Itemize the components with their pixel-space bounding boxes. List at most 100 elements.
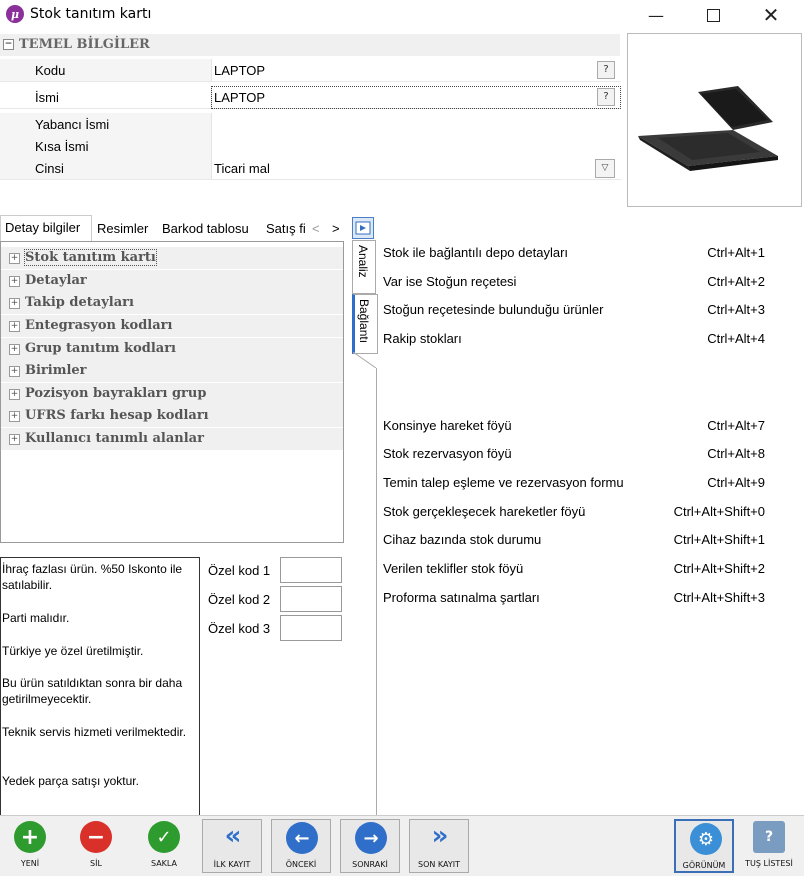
tree-node[interactable]: + Pozisyon bayrakları grup xyxy=(1,383,343,405)
notes-box[interactable]: İhraç fazlası ürün. %50 Iskonto ile satı… xyxy=(0,557,200,817)
note-line: Yedek parça satışı yoktur. xyxy=(2,774,139,788)
shortcut-item[interactable]: Stok rezervasyon föyü Ctrl+Alt+8 xyxy=(383,446,783,466)
tree-node[interactable]: + Entegrasyon kodları xyxy=(1,315,343,337)
detail-tabs: Detay bilgiler Resimler Barkod tablosu S… xyxy=(0,215,350,241)
shortcut-item[interactable]: Var ise Stoğun reçetesi Ctrl+Alt+2 xyxy=(383,274,783,294)
property-grid: − TEMEL BİLGİLER Kodu LAPTOP ? İsmi LAPT… xyxy=(0,34,621,184)
view-button[interactable]: ⚙ GÖRÜNÜM xyxy=(674,819,734,873)
side-tab-divider xyxy=(352,351,377,369)
gear-icon: ⚙ xyxy=(690,823,722,855)
side-tab-analiz[interactable]: Analiz xyxy=(352,240,376,294)
ozel-kod-2-input[interactable] xyxy=(280,586,342,612)
key-list-button[interactable]: ? TUŞ LİSTESİ xyxy=(739,819,799,873)
minus-icon: − xyxy=(80,821,112,853)
expand-icon[interactable]: + xyxy=(9,389,20,400)
property-row-cinsi: Cinsi Ticari mal ▽ xyxy=(0,157,621,180)
shortcut-item[interactable]: Cihaz bazında stok durumu Ctrl+Alt+Shift+… xyxy=(383,532,783,552)
close-button[interactable]: ✕ xyxy=(748,0,794,30)
minimize-button[interactable]: — xyxy=(633,0,679,30)
kodu-field[interactable]: LAPTOP ? xyxy=(211,59,621,82)
note-line: Bu ürün satıldıktan sonra bir daha getir… xyxy=(2,676,183,706)
ismi-field[interactable]: LAPTOP ? xyxy=(211,86,621,109)
tree-node[interactable]: + UFRS farkı hesap kodları xyxy=(1,405,343,427)
cinsi-select[interactable]: Ticari mal ▽ xyxy=(211,157,621,180)
ozel-kod-3-input[interactable] xyxy=(280,615,342,641)
bottom-toolbar: + YENİ − SİL ✓ SAKLA « İLK KAYIT ← ÖNCEK… xyxy=(0,815,804,876)
title-bar: μ Stok tanıtım kartı — ✕ xyxy=(0,0,804,30)
expand-icon[interactable]: + xyxy=(9,366,20,377)
tab-satis-fi[interactable]: Satış fi xyxy=(266,218,306,240)
shortcut-item[interactable]: Stok gerçekleşecek hareketler föyü Ctrl+A… xyxy=(383,504,783,524)
save-button[interactable]: ✓ SAKLA xyxy=(134,819,194,873)
first-record-button[interactable]: « İLK KAYIT xyxy=(202,819,262,873)
ozel-kod-1-label: Özel kod 1 xyxy=(208,563,271,578)
chevron-left-icon[interactable]: < xyxy=(312,218,320,240)
property-row-kodu: Kodu LAPTOP ? xyxy=(0,59,621,82)
shortcut-item[interactable]: Temin talep eşleme ve rezervasyon formu C… xyxy=(383,475,783,495)
double-chevron-right-icon: » xyxy=(431,821,449,851)
property-label: Kodu xyxy=(35,63,66,78)
double-chevron-left-icon: « xyxy=(224,821,242,851)
kodu-help-button[interactable]: ? xyxy=(597,61,615,79)
note-line: Teknik servis hizmeti verilmektedir. xyxy=(2,725,187,739)
expand-icon[interactable]: + xyxy=(9,344,20,355)
tab-barkod-tablosu[interactable]: Barkod tablosu xyxy=(162,218,249,240)
chevron-down-icon[interactable]: ▽ xyxy=(595,159,615,178)
ismi-help-button[interactable]: ? xyxy=(597,88,615,106)
side-tab-baglanti[interactable]: Bağlantı xyxy=(352,294,378,354)
property-row-kisa-ismi: Kısa İsmi xyxy=(0,135,621,158)
shortcut-item[interactable]: Proforma satınalma şartları Ctrl+Alt+Shif… xyxy=(383,590,783,610)
last-record-button[interactable]: » SON KAYIT xyxy=(409,819,469,873)
arrow-left-icon: ← xyxy=(286,822,318,854)
product-image[interactable] xyxy=(627,33,802,207)
help-document-icon: ? xyxy=(753,821,785,853)
shortcut-item[interactable]: Rakip stokları Ctrl+Alt+4 xyxy=(383,331,783,351)
note-line: Türkiye ye özel üretilmiştir. xyxy=(2,644,144,658)
plus-icon: + xyxy=(14,821,46,853)
next-button[interactable]: → SONRAKİ xyxy=(340,819,400,873)
shortcut-item[interactable]: Stoğun reçetesinde bulunduğu ürünler Ctrl… xyxy=(383,302,783,322)
property-label: Yabancı İsmi xyxy=(35,117,110,132)
ozel-kod-1-input[interactable] xyxy=(280,557,342,583)
expand-icon[interactable]: + xyxy=(9,411,20,422)
panel-divider xyxy=(376,368,377,818)
ozel-kod-3-label: Özel kod 3 xyxy=(208,621,271,636)
expand-icon[interactable]: + xyxy=(9,321,20,332)
tab-resimler[interactable]: Resimler xyxy=(97,218,148,240)
shortcut-item[interactable]: Konsinye hareket föyü Ctrl+Alt+7 xyxy=(383,418,783,438)
delete-button[interactable]: − SİL xyxy=(66,819,126,873)
tree-node[interactable]: + Detaylar xyxy=(1,270,343,292)
property-row-ismi: İsmi LAPTOP ? xyxy=(0,86,621,109)
tree-node[interactable]: + Takip detayları xyxy=(1,292,343,314)
window-title: Stok tanıtım kartı xyxy=(30,6,152,22)
property-label: Cinsi xyxy=(35,161,64,176)
property-row-yabanci-ismi: Yabancı İsmi xyxy=(0,113,621,136)
tree-node[interactable]: + Birimler xyxy=(1,360,343,382)
maximize-button[interactable] xyxy=(690,0,736,30)
tree-node[interactable]: + Stok tanıtım kartı xyxy=(1,247,343,269)
chevron-right-icon[interactable]: > xyxy=(332,218,340,240)
expand-icon[interactable]: + xyxy=(9,253,20,264)
new-button[interactable]: + YENİ xyxy=(0,819,60,873)
kisa-ismi-field[interactable] xyxy=(211,135,621,158)
previous-button[interactable]: ← ÖNCEKİ xyxy=(271,819,331,873)
tree-node[interactable]: + Kullanıcı tanımlı alanlar xyxy=(1,428,343,450)
note-line: Parti malıdır. xyxy=(2,611,70,625)
app-logo-icon: μ xyxy=(6,5,24,23)
group-header-temel-bilgiler[interactable]: − TEMEL BİLGİLER xyxy=(0,34,620,56)
expand-icon[interactable]: + xyxy=(9,298,20,309)
laptop-picture xyxy=(638,86,778,171)
yabanci-ismi-field[interactable] xyxy=(211,113,621,136)
arrow-right-icon: → xyxy=(355,822,387,854)
arrow-right-icon xyxy=(355,221,371,235)
collapse-icon[interactable]: − xyxy=(3,39,14,50)
tab-detay-bilgiler[interactable]: Detay bilgiler xyxy=(0,215,92,241)
panel-toggle-button[interactable] xyxy=(352,217,374,239)
shortcut-item[interactable]: Verilen teklifler stok föyü Ctrl+Alt+Shif… xyxy=(383,561,783,581)
check-icon: ✓ xyxy=(148,821,180,853)
property-label: İsmi xyxy=(35,90,59,105)
expand-icon[interactable]: + xyxy=(9,276,20,287)
shortcut-item[interactable]: Stok ile bağlantılı depo detayları Ctrl+A… xyxy=(383,245,783,265)
expand-icon[interactable]: + xyxy=(9,434,20,445)
tree-node[interactable]: + Grup tanıtım kodları xyxy=(1,338,343,360)
